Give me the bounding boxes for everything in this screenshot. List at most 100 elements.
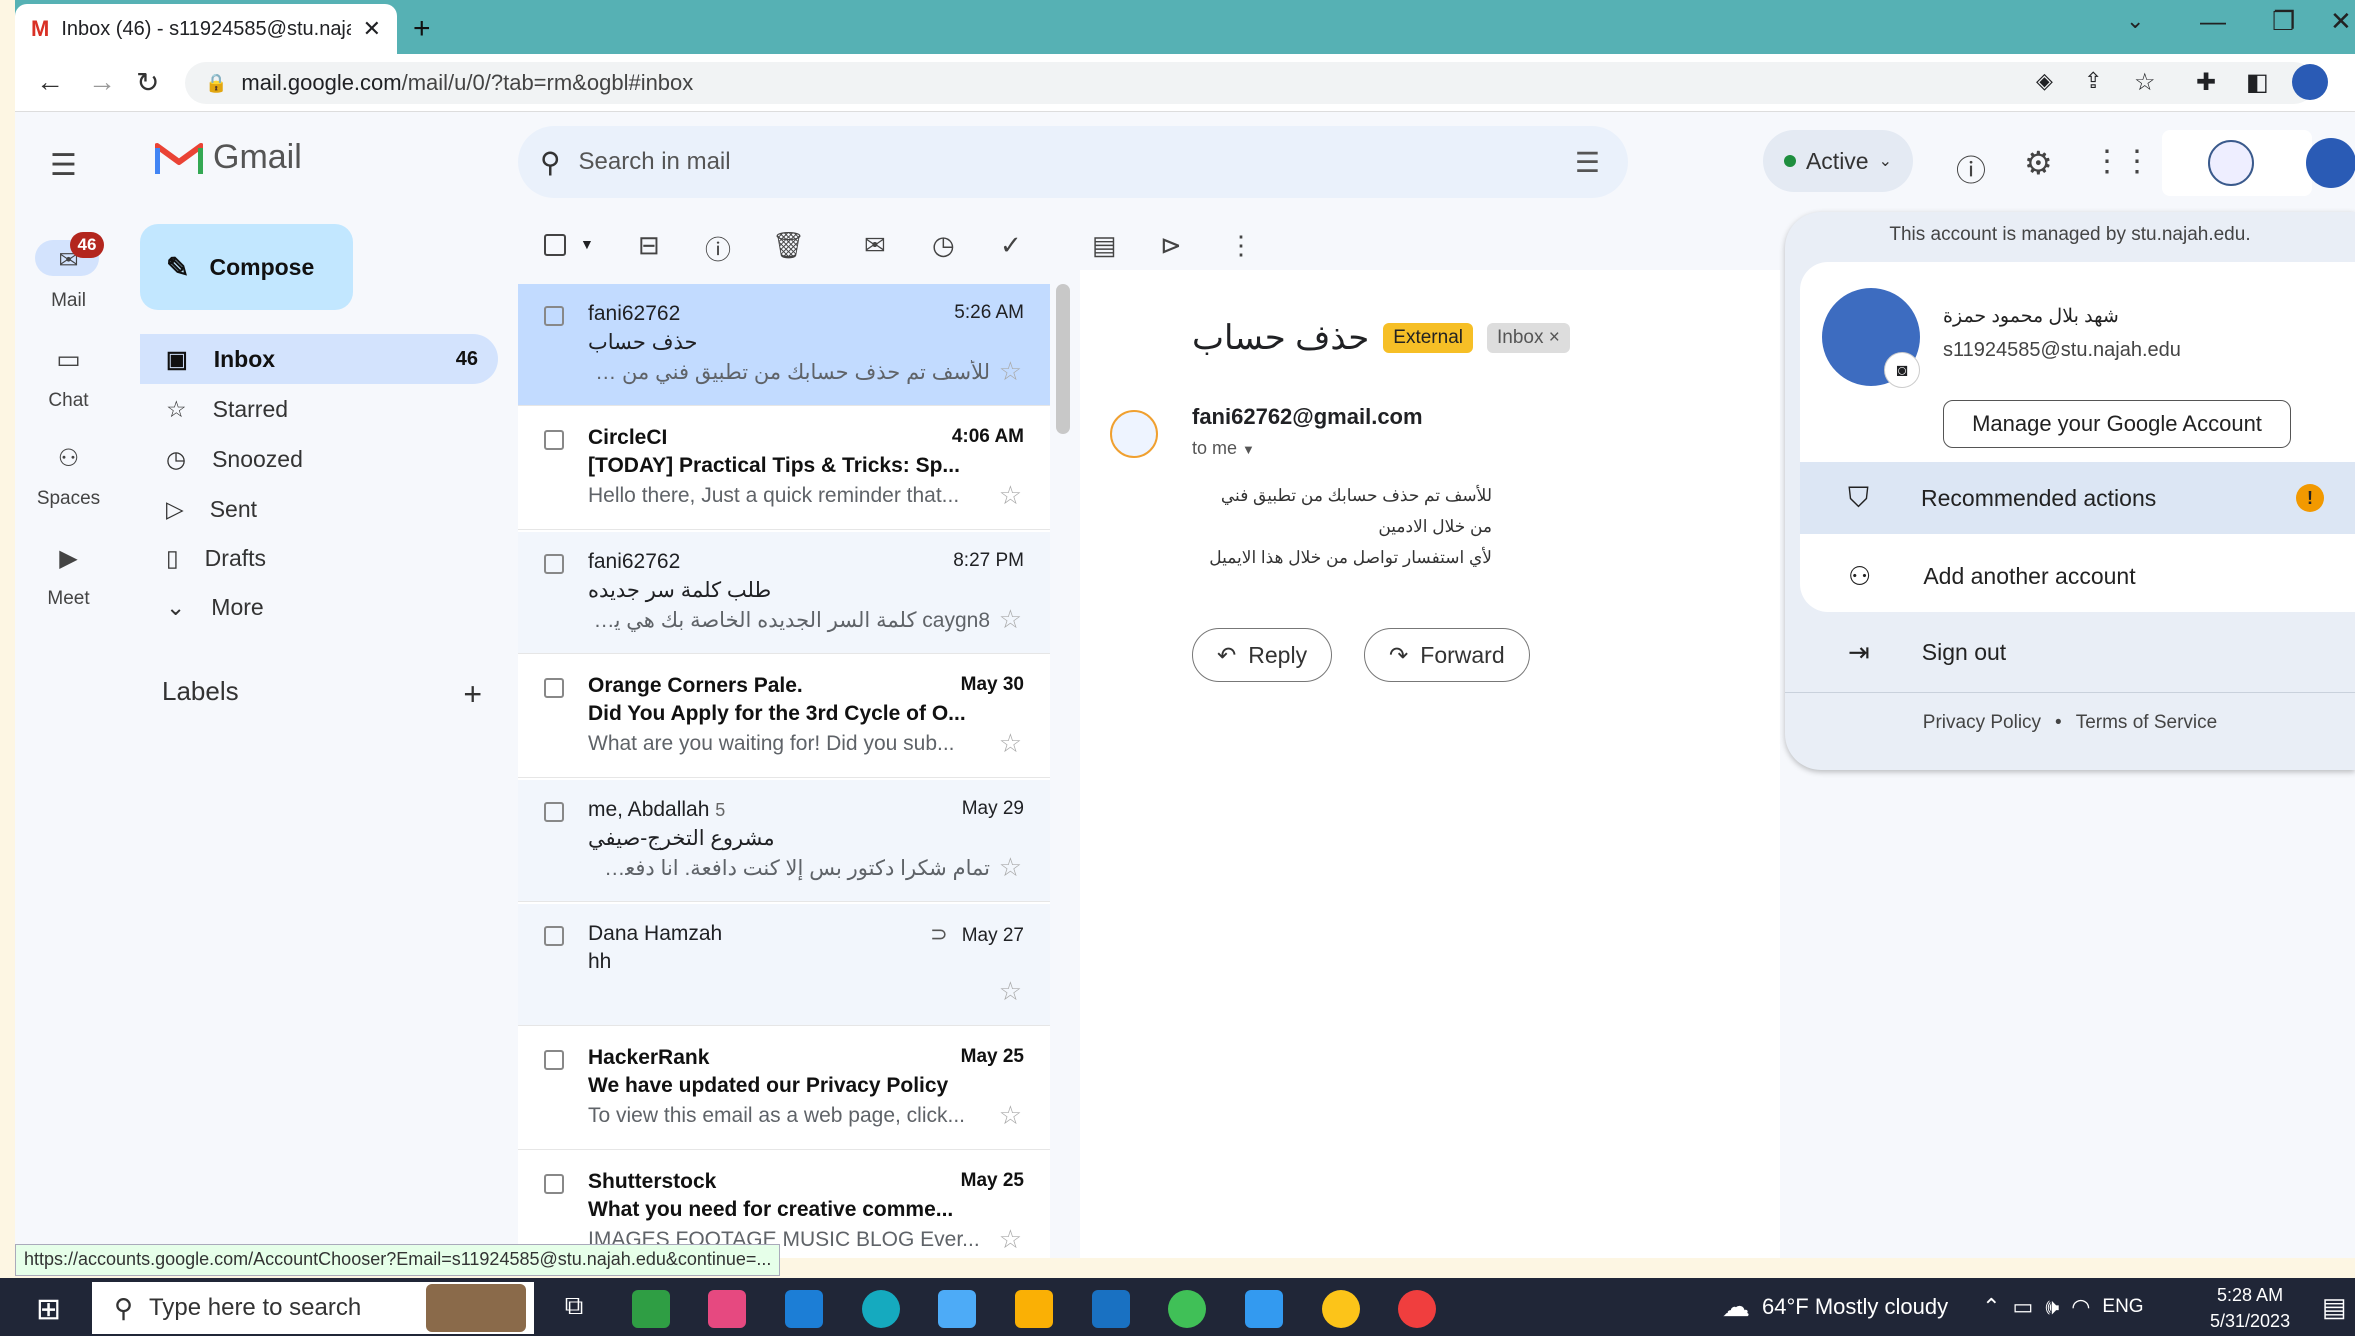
manage-account-button[interactable]: Manage your Google Account xyxy=(1943,400,2291,448)
account-avatar[interactable] xyxy=(2306,138,2355,188)
email-row[interactable]: HackerRank May 25 We have updated our Pri… xyxy=(518,1028,1050,1150)
chrome-active-icon[interactable] xyxy=(1398,1290,1436,1328)
tray-chevron-icon[interactable]: ⌃ xyxy=(1982,1294,2000,1320)
search-options-icon[interactable]: ☰ xyxy=(1575,146,1600,179)
wifi-icon[interactable]: ◠ xyxy=(2071,1294,2090,1320)
row-checkbox[interactable] xyxy=(544,306,564,326)
privacy-policy-link[interactable]: Privacy Policy xyxy=(1923,712,2041,734)
bookmark-star-icon[interactable]: ☆ xyxy=(2134,68,2156,97)
archive-icon[interactable]: ⊟ xyxy=(638,230,660,261)
remove-label-icon[interactable]: × xyxy=(1549,327,1560,348)
star-icon[interactable]: ☆ xyxy=(999,852,1022,883)
vscode-icon[interactable] xyxy=(1092,1290,1130,1328)
camera-icon[interactable]: ◙ xyxy=(1884,352,1920,388)
language-indicator[interactable]: ENG xyxy=(2102,1296,2143,1318)
meet-icon[interactable]: ▶ xyxy=(15,544,122,573)
nav-sent[interactable]: ▷ Sent xyxy=(140,484,498,534)
edge-icon[interactable] xyxy=(862,1290,900,1328)
nav-drafts[interactable]: ▯ Drafts xyxy=(140,533,498,583)
help-icon[interactable]: ⓘ xyxy=(1956,146,1986,190)
nav-inbox[interactable]: ▣ Inbox 46 xyxy=(140,334,498,384)
star-icon[interactable]: ☆ xyxy=(999,976,1022,1007)
add-task-icon[interactable]: ✓ xyxy=(1000,230,1022,261)
reload-icon[interactable]: ↻ xyxy=(136,66,159,99)
spaces-icon[interactable]: ⚇ xyxy=(15,444,122,473)
chrome-alt-icon[interactable] xyxy=(1322,1290,1360,1328)
row-checkbox[interactable] xyxy=(544,1174,564,1194)
list-scrollbar[interactable] xyxy=(1056,284,1070,434)
row-checkbox[interactable] xyxy=(544,1050,564,1070)
compose-button[interactable]: ✎ Compose xyxy=(140,224,353,310)
weather-text[interactable]: 64°F Mostly cloudy xyxy=(1762,1294,1948,1320)
apps-grid-icon[interactable]: ⋮⋮ xyxy=(2092,144,2152,179)
notifications-icon[interactable]: ▤ xyxy=(2322,1292,2347,1323)
minimize-icon[interactable]: — xyxy=(2200,6,2226,37)
windows-start-icon[interactable]: ⊞ xyxy=(36,1292,61,1327)
rail-meet-label[interactable]: Meet xyxy=(15,588,122,610)
terms-link[interactable]: Terms of Service xyxy=(2076,712,2217,734)
address-bar[interactable]: 🔒 mail.google.com /mail/u/0/?tab=rm&ogbl… xyxy=(185,62,2315,104)
mark-unread-icon[interactable]: ✉ xyxy=(864,230,886,261)
extensions-icon[interactable]: ✚ xyxy=(2196,68,2216,97)
row-checkbox[interactable] xyxy=(544,554,564,574)
add-label-button[interactable]: + xyxy=(463,676,482,713)
star-icon[interactable]: ☆ xyxy=(999,604,1022,635)
file-explorer-icon[interactable] xyxy=(1015,1290,1053,1328)
rail-chat-label[interactable]: Chat xyxy=(15,390,122,412)
forward-button[interactable]: ↷ Forward xyxy=(1364,628,1530,682)
close-tab-icon[interactable]: ✕ xyxy=(363,16,381,42)
search-bar[interactable]: ⚲ Search in mail ☰ xyxy=(518,126,1628,198)
row-checkbox[interactable] xyxy=(544,678,564,698)
photos-icon[interactable] xyxy=(1245,1290,1283,1328)
email-row[interactable]: CircleCI 4:06 AM [TODAY] Practical Tips &… xyxy=(518,408,1050,530)
profile-avatar-icon[interactable] xyxy=(2292,64,2328,100)
app-icon[interactable] xyxy=(708,1290,746,1328)
email-row[interactable]: fani62762 8:27 PM طلب كلمة سر جديده caygn… xyxy=(518,532,1050,654)
new-tab-button[interactable]: + xyxy=(413,12,431,46)
select-dropdown-icon[interactable]: ▼ xyxy=(580,236,594,252)
weather-icon[interactable]: ☁ xyxy=(1722,1290,1750,1323)
nav-starred[interactable]: ☆ Starred xyxy=(140,384,498,434)
sender-avatar[interactable] xyxy=(1110,410,1158,458)
select-all-checkbox[interactable] xyxy=(544,234,566,256)
nav-snoozed[interactable]: ◷ Snoozed xyxy=(140,434,498,484)
row-checkbox[interactable] xyxy=(544,430,564,450)
restore-icon[interactable]: ❐ xyxy=(2272,6,2295,37)
settings-gear-icon[interactable]: ⚙ xyxy=(2024,144,2053,182)
star-icon[interactable]: ☆ xyxy=(999,1100,1022,1131)
battery-icon[interactable]: ▭ xyxy=(2013,1294,2034,1320)
status-toggle[interactable]: Active ⌄ xyxy=(1763,130,1913,192)
eye-icon[interactable]: ◈ xyxy=(2036,68,2053,94)
sign-out-item[interactable]: ⇥ Sign out xyxy=(1800,616,2355,688)
side-panel-icon[interactable]: ◧ xyxy=(2246,68,2269,97)
details-dropdown-icon[interactable]: ▼ xyxy=(1242,442,1255,457)
sender-email[interactable]: fani62762@gmail.com xyxy=(1192,404,1423,430)
gmail-logo[interactable]: Gmail xyxy=(155,138,302,177)
star-icon[interactable]: ☆ xyxy=(999,480,1022,511)
chrome-icon[interactable] xyxy=(1168,1290,1206,1328)
email-row[interactable]: Shutterstock May 25 What you need for cre… xyxy=(518,1152,1050,1258)
star-icon[interactable]: ☆ xyxy=(999,1224,1022,1255)
rail-mail-label[interactable]: Mail xyxy=(15,290,122,312)
taskbar-clock[interactable]: 5:28 AM 5/31/2023 xyxy=(2210,1282,2290,1334)
search-input[interactable]: Search in mail xyxy=(579,148,1557,176)
row-checkbox[interactable] xyxy=(544,926,564,946)
row-checkbox[interactable] xyxy=(544,802,564,822)
recipient-line[interactable]: to me ▼ xyxy=(1192,438,1255,459)
nav-more[interactable]: ⌄ More xyxy=(140,582,498,632)
star-icon[interactable]: ☆ xyxy=(999,356,1022,387)
chat-icon[interactable]: ▭ xyxy=(15,344,122,375)
star-icon[interactable]: ☆ xyxy=(999,728,1022,759)
add-account-item[interactable]: ⚇ Add another account xyxy=(1800,540,2355,612)
task-view-icon[interactable]: ⧉ xyxy=(555,1290,593,1328)
recommended-actions-item[interactable]: ⛉ Recommended actions ! xyxy=(1800,462,2355,534)
email-row[interactable]: Dana Hamzah ⊃ May 27 hh ☆ xyxy=(518,904,1050,1026)
rail-spaces-label[interactable]: Spaces xyxy=(15,488,122,510)
delete-icon[interactable]: 🗑 xyxy=(772,230,805,261)
store-icon[interactable] xyxy=(938,1290,976,1328)
email-row[interactable]: fani62762 5:26 AM حذف حساب للأسف تم حذف ح… xyxy=(518,284,1050,406)
email-row[interactable]: Orange Corners Pale. May 30 Did You Apply… xyxy=(518,656,1050,778)
snooze-icon[interactable]: ◷ xyxy=(932,230,955,261)
share-icon[interactable]: ⇪ xyxy=(2084,68,2102,94)
chrome-profile-icon[interactable] xyxy=(632,1290,670,1328)
